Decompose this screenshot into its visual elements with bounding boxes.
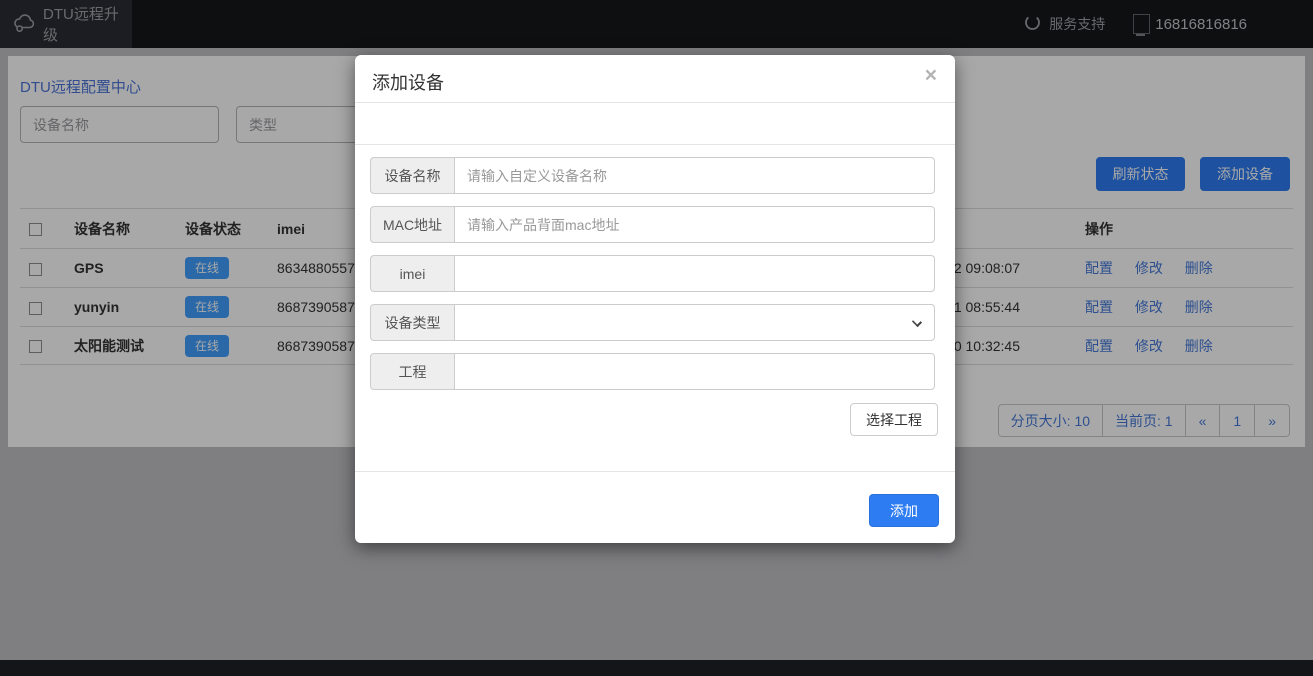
device-name-input[interactable] xyxy=(454,157,935,194)
imei-input[interactable] xyxy=(454,255,935,292)
field-mac-address: MAC地址 xyxy=(370,206,935,243)
select-project-button[interactable]: 选择工程 xyxy=(850,403,938,436)
device-type-select[interactable] xyxy=(454,304,935,341)
field-device-name: 设备名称 xyxy=(370,157,935,194)
add-device-modal: 添加设备 × 设备名称 MAC地址 imei 设备类型 xyxy=(355,55,955,543)
field-label: MAC地址 xyxy=(370,206,454,243)
project-input[interactable] xyxy=(454,353,935,390)
modal-title: 添加设备 xyxy=(372,73,444,93)
close-icon[interactable]: × xyxy=(925,65,937,86)
mac-address-input[interactable] xyxy=(454,206,935,243)
submit-add-button[interactable]: 添加 xyxy=(869,494,939,527)
field-label: 设备类型 xyxy=(370,304,454,341)
modal-body: 设备名称 MAC地址 imei 设备类型 工程 xyxy=(355,157,955,390)
field-imei: imei xyxy=(370,255,935,292)
field-label: imei xyxy=(370,255,454,292)
field-label: 工程 xyxy=(370,353,454,390)
modal-footer: 添加 xyxy=(355,471,955,543)
app-root: DTU远程升级 服务支持 16816816816 DTU远程配置中心 刷新状态 … xyxy=(0,0,1313,676)
field-project: 工程 xyxy=(370,353,935,390)
modal-header: 添加设备 × xyxy=(355,55,955,103)
modal-subheader xyxy=(355,103,955,145)
field-device-type: 设备类型 xyxy=(370,304,935,341)
field-label: 设备名称 xyxy=(370,157,454,194)
